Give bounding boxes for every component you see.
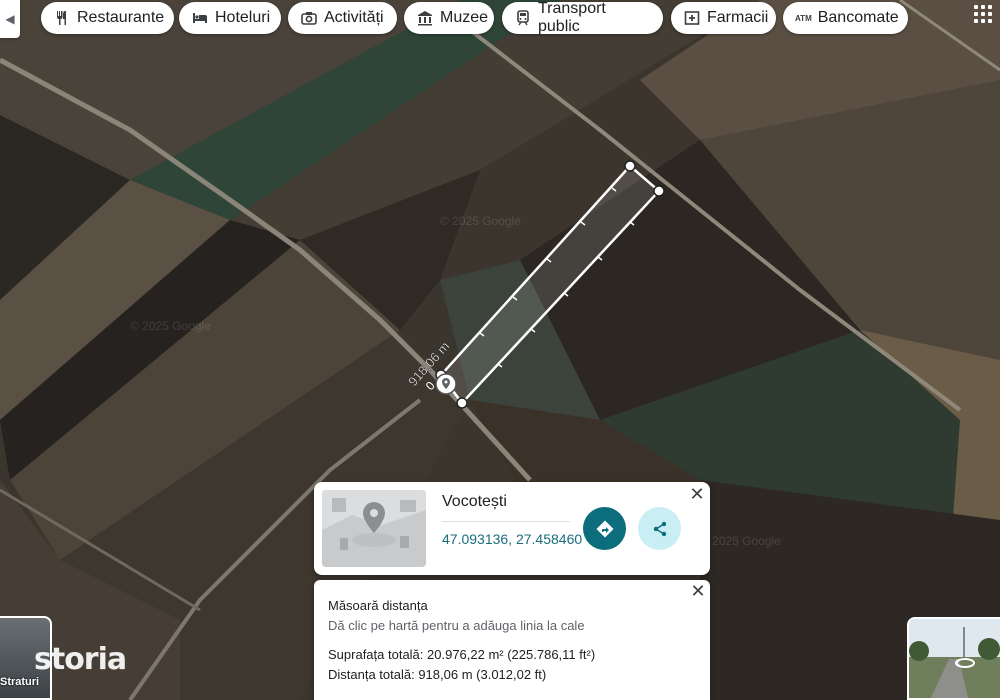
- share-button[interactable]: [638, 507, 681, 550]
- map-watermark: © 2025 Google: [700, 534, 781, 548]
- total-distance: Distanța totală: 918,06 m (3.012,02 ft): [328, 667, 547, 682]
- chip-public-transport[interactable]: Transport public: [502, 0, 663, 35]
- chip-label: Hoteluri: [215, 9, 271, 26]
- place-name: Vocotești: [442, 493, 507, 510]
- chip-label: Restaurante: [77, 9, 165, 26]
- divider: [442, 521, 570, 522]
- brand-watermark: storia: [34, 642, 127, 677]
- map-watermark: © 2025 Google: [130, 319, 211, 333]
- street-view-thumbnail[interactable]: [907, 617, 1000, 700]
- place-coordinates[interactable]: 47.093136, 27.458460: [442, 531, 582, 547]
- measure-hint: Dă clic pe hartă pentru a adăuga linia l…: [328, 618, 585, 633]
- chip-atms[interactable]: ATM Bancomate: [783, 2, 908, 34]
- place-card[interactable]: Vocotești 47.093136, 27.458460 ✕: [314, 482, 710, 575]
- camera-icon: [300, 9, 318, 27]
- close-icon[interactable]: ✕: [690, 582, 706, 600]
- bed-icon: [191, 9, 209, 27]
- directions-button[interactable]: [583, 507, 626, 550]
- chip-label: Muzee: [440, 9, 489, 26]
- place-thumbnail[interactable]: [322, 490, 426, 567]
- chip-restaurants[interactable]: Restaurante: [41, 2, 174, 34]
- category-chips: Restaurante Hoteluri Activități Muzee Tr…: [0, 0, 1000, 35]
- location-pin-icon[interactable]: [435, 373, 457, 395]
- measure-distance-panel: Măsoară distanța Dă clic pe hartă pentru…: [314, 580, 710, 700]
- pharmacy-icon: [683, 9, 701, 27]
- measure-title: Măsoară distanța: [328, 598, 428, 613]
- train-icon: [514, 9, 532, 27]
- apps-grid-icon[interactable]: [974, 5, 994, 25]
- chip-museums[interactable]: Muzee: [404, 2, 494, 34]
- chip-label: Activități: [324, 9, 384, 26]
- map-watermark: © 2025 Google: [440, 214, 521, 228]
- chip-label: Farmacii: [707, 9, 769, 26]
- atm-icon: ATM: [795, 13, 812, 23]
- layers-label: Straturi: [0, 676, 40, 688]
- close-icon[interactable]: ✕: [689, 485, 705, 503]
- chip-pharmacies[interactable]: Farmacii: [671, 2, 776, 34]
- chip-label: Bancomate: [817, 9, 899, 26]
- directions-icon: [596, 520, 613, 537]
- chip-label: Transport public: [538, 0, 606, 35]
- chip-activities[interactable]: Activități: [288, 2, 397, 34]
- fork-knife-icon: [53, 9, 71, 27]
- chip-hotels[interactable]: Hoteluri: [179, 2, 281, 34]
- share-icon: [653, 521, 666, 536]
- museum-icon: [416, 9, 434, 27]
- total-area: Suprafața totală: 20.976,22 m² (225.786,…: [328, 647, 596, 662]
